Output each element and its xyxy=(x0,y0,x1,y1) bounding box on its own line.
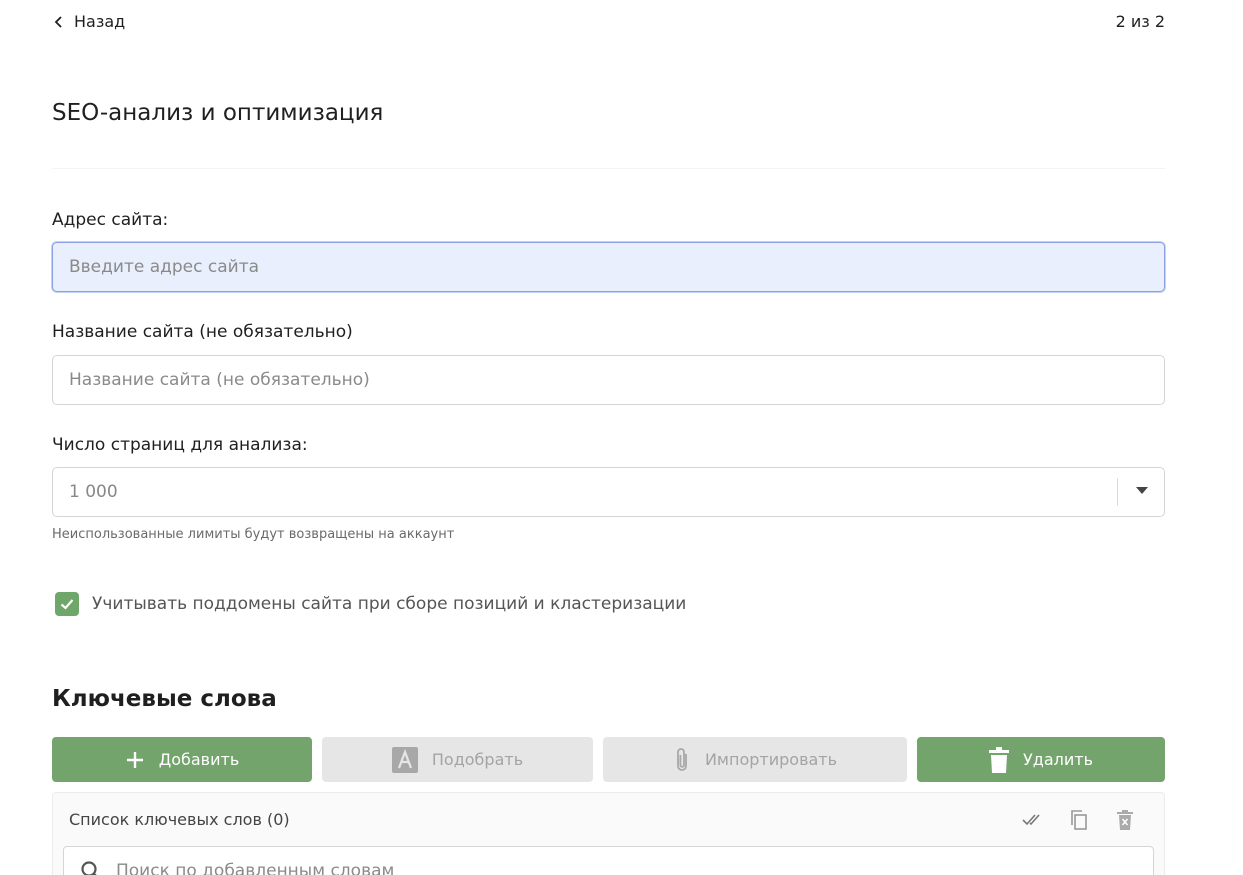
keywords-list-panel: Список ключевых слов (0) xyxy=(52,792,1165,875)
plus-icon xyxy=(126,751,143,768)
import-keywords-label: Импортировать xyxy=(704,750,838,769)
keywords-section-title: Ключевые слова xyxy=(52,686,277,712)
back-link[interactable]: Назад xyxy=(52,12,125,31)
delete-keywords-label: Удалить xyxy=(1023,750,1093,769)
chevron-left-icon xyxy=(54,15,62,28)
pages-count-select[interactable]: 1 000 xyxy=(52,467,1165,517)
subdomains-label: Учитывать поддомены сайта при сборе пози… xyxy=(92,594,687,614)
keywords-search[interactable] xyxy=(63,846,1154,875)
pages-count-value: 1 000 xyxy=(69,482,118,502)
site-name-label: Название сайта (не обязательно) xyxy=(52,322,353,342)
site-address-label: Адрес сайта: xyxy=(52,210,169,230)
subdomains-checkbox[interactable] xyxy=(55,592,79,616)
keywords-list-actions xyxy=(1022,809,1136,831)
page-title: SEO-анализ и оптимизация xyxy=(52,100,384,126)
pages-count-label: Число страниц для анализа: xyxy=(52,435,308,455)
site-name-input[interactable] xyxy=(52,355,1165,405)
subdomains-checkbox-row[interactable]: Учитывать поддомены сайта при сборе пози… xyxy=(55,592,686,616)
trash-icon xyxy=(989,746,1009,773)
add-keywords-label: Добавить xyxy=(158,750,240,769)
search-icon xyxy=(81,861,97,875)
caret-down-icon[interactable] xyxy=(1136,487,1148,494)
keywords-search-input[interactable] xyxy=(116,861,1016,875)
pages-count-hint: Неиспользованные лимиты будут возвращены… xyxy=(52,527,455,542)
copy-icon[interactable] xyxy=(1068,809,1090,831)
keywords-list-title: Список ключевых слов (0) xyxy=(69,810,290,829)
clear-list-icon[interactable] xyxy=(1114,809,1136,831)
select-separator xyxy=(1117,478,1118,506)
step-indicator: 2 из 2 xyxy=(1115,12,1165,31)
pick-keywords-label: Подобрать xyxy=(431,750,524,769)
double-check-icon[interactable] xyxy=(1022,809,1044,831)
top-bar: Назад 2 из 2 xyxy=(52,12,1165,36)
divider xyxy=(52,168,1165,169)
checkmark-icon xyxy=(60,599,74,610)
import-keywords-button[interactable]: Импортировать xyxy=(603,737,907,782)
letter-a-icon xyxy=(391,746,418,773)
site-address-input[interactable] xyxy=(52,242,1165,292)
back-label: Назад xyxy=(74,12,126,31)
paperclip-icon xyxy=(677,747,687,771)
page: Назад 2 из 2 SEO-анализ и оптимизация Ад… xyxy=(0,0,1243,875)
pick-keywords-button[interactable]: Подобрать xyxy=(322,737,593,782)
add-keywords-button[interactable]: Добавить xyxy=(52,737,312,782)
delete-keywords-button[interactable]: Удалить xyxy=(917,737,1165,782)
